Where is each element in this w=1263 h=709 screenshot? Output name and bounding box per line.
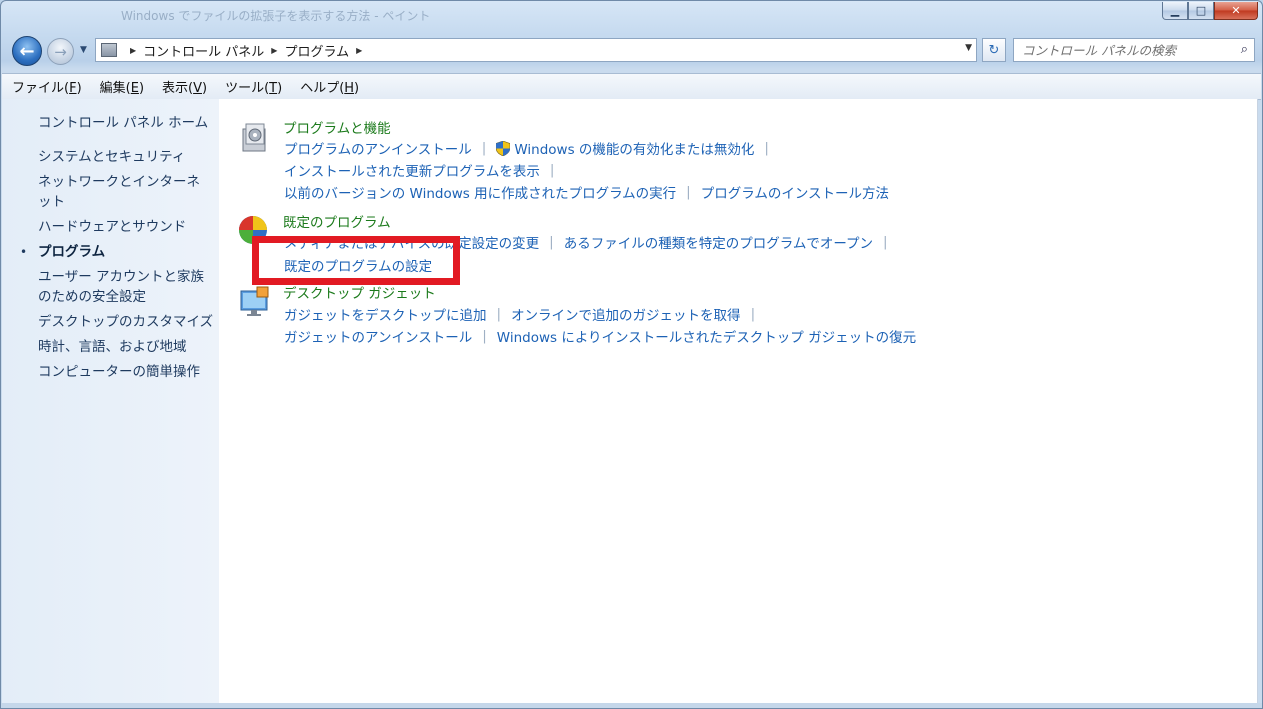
link-separator: | [549, 234, 554, 250]
main-content: プログラムと機能 プログラムのアンインストール | Windows の機能の有効… [219, 99, 1258, 703]
menu-tools[interactable]: ツール(T) [215, 77, 290, 96]
forward-button[interactable]: → [47, 38, 74, 65]
window-controls: ▁ □ ✕ [1162, 2, 1258, 20]
address-bar[interactable]: ▶ コントロール パネル ▶ プログラム ▶ ▼ [95, 38, 977, 62]
link-separator: | [686, 184, 691, 200]
breadcrumb-separator-icon[interactable]: ▶ [271, 46, 277, 55]
window-title: Windows でファイルの拡張子を表示する方法 - ペイント [121, 9, 431, 23]
link-separator: | [496, 306, 502, 322]
link-compatibility[interactable]: 以前のバージョンの Windows 用に作成されたプログラムの実行 [284, 182, 676, 202]
forward-arrow-icon: → [54, 42, 67, 61]
title-bar[interactable]: Windows でファイルの拡張子を表示する方法 - ペイント ▁ □ ✕ [1, 1, 1262, 31]
sidebar-item-system-security[interactable]: システムとセキュリティ [38, 147, 218, 167]
minimize-button[interactable]: ▁ [1162, 2, 1188, 20]
link-separator: | [883, 234, 888, 250]
sidebar-item-programs: プログラム [38, 244, 106, 260]
close-button[interactable]: ✕ [1214, 2, 1258, 20]
sidebar-item-clock-language[interactable]: 時計、言語、および地域 [38, 337, 218, 357]
link-separator: | [482, 328, 487, 344]
search-icon[interactable]: ⌕ [1241, 42, 1248, 57]
breadcrumb-programs[interactable]: プログラム [284, 41, 349, 60]
refresh-button[interactable]: ↻ [982, 38, 1006, 62]
back-arrow-icon: ← [19, 40, 35, 62]
link-get-gadgets-online[interactable]: オンラインで追加のガジェットを取得 [511, 304, 741, 324]
desktop-gadgets-icon[interactable] [239, 285, 271, 317]
gadgets-links-row-1: ガジェットをデスクトップに追加 | オンラインで追加のガジェットを取得 | [284, 304, 765, 324]
category-title-programs-features[interactable]: プログラムと機能 [283, 117, 391, 137]
menu-view[interactable]: 表示(V) [152, 77, 215, 96]
red-highlight-box [252, 236, 460, 285]
category-title-default-programs[interactable]: 既定のプログラム [283, 211, 391, 231]
link-how-to-install[interactable]: プログラムのインストール方法 [701, 182, 889, 202]
link-file-type-association[interactable]: あるファイルの種類を特定のプログラムでオープン [564, 232, 873, 252]
breadcrumb-separator-icon[interactable]: ▶ [356, 46, 362, 55]
link-add-gadgets[interactable]: ガジェットをデスクトップに追加 [284, 304, 487, 324]
programs-features-icon[interactable] [239, 121, 271, 153]
uac-shield-icon [496, 140, 511, 156]
link-uninstall-program[interactable]: プログラムのアンインストール [284, 138, 472, 158]
sidebar-item-ease-of-access[interactable]: コンピューターの簡単操作 [38, 362, 218, 382]
status-bar [1, 703, 1262, 708]
menu-help[interactable]: ヘルプ(H) [290, 77, 367, 96]
control-panel-icon [101, 43, 117, 57]
refresh-icon: ↻ [988, 42, 1000, 58]
navigation-bar: ← → ▼ ▶ コントロール パネル ▶ プログラム ▶ ▼ ↻ ⌕ [1, 33, 1262, 69]
link-separator: | [764, 140, 769, 156]
sidebar-item-hardware-sound[interactable]: ハードウェアとサウンド [38, 217, 218, 237]
sidebar-item-appearance[interactable]: デスクトップのカスタマイズ [38, 312, 218, 332]
link-windows-features[interactable]: Windows の機能の有効化または無効化 [514, 138, 754, 158]
link-installed-updates[interactable]: インストールされた更新プログラムを表示 [284, 160, 540, 180]
menu-file[interactable]: ファイル(F) [2, 77, 90, 96]
current-item-bullet-icon: • [20, 245, 28, 259]
maximize-button[interactable]: □ [1188, 2, 1214, 20]
gadgets-links-row-2: ガジェットのアンインストール | Windows によりインストールされたデスク… [284, 326, 916, 346]
explorer-window: Windows でファイルの拡張子を表示する方法 - ペイント ▁ □ ✕ ← … [0, 0, 1263, 709]
recent-pages-dropdown-icon[interactable]: ▼ [80, 45, 87, 55]
programs-features-links-row-3: 以前のバージョンの Windows 用に作成されたプログラムの実行 | プログラ… [284, 182, 889, 202]
programs-features-links-row-1: プログラムのアンインストール | Windows の機能の有効化または無効化 | [284, 138, 779, 158]
link-separator: | [549, 162, 555, 178]
address-dropdown-icon[interactable]: ▼ [965, 43, 972, 53]
breadcrumb-control-panel[interactable]: コントロール パネル [143, 41, 264, 60]
menu-bar: ファイル(F) 編集(E) 表示(V) ツール(T) ヘルプ(H) [2, 73, 1261, 100]
menu-edit[interactable]: 編集(E) [90, 77, 152, 96]
sidebar-control-panel-home[interactable]: コントロール パネル ホーム [38, 113, 218, 133]
sidebar-item-network-internet[interactable]: ネットワークとインターネット [38, 172, 210, 212]
link-restore-gadgets[interactable]: Windows によりインストールされたデスクトップ ガジェットの復元 [497, 326, 916, 346]
search-box: ⌕ [1013, 38, 1255, 62]
sidebar: コントロール パネル ホーム システムとセキュリティ ネットワークとインターネッ… [2, 99, 219, 703]
programs-features-links-row-2: インストールされた更新プログラムを表示 | [284, 160, 564, 180]
link-uninstall-gadget[interactable]: ガジェットのアンインストール [284, 326, 472, 346]
category-title-desktop-gadgets[interactable]: デスクトップ ガジェット [283, 282, 436, 302]
back-button[interactable]: ← [12, 36, 42, 66]
link-separator: | [481, 140, 487, 156]
breadcrumb-separator-icon[interactable]: ▶ [130, 46, 136, 55]
link-separator: | [750, 306, 756, 322]
search-input[interactable] [1020, 41, 1232, 59]
sidebar-item-user-accounts[interactable]: ユーザー アカウントと家族のための安全設定 [38, 267, 216, 307]
